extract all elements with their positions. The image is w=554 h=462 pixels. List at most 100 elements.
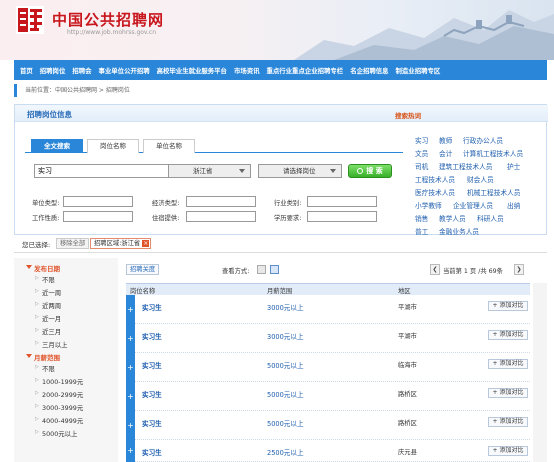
save-search-button[interactable]: 招聘关度 — [126, 264, 160, 275]
page-indicator: 当前第 1 页 /共 69条 — [443, 268, 503, 275]
hot-word[interactable]: 销售 — [415, 213, 428, 223]
job-title-link[interactable]: 实习生 — [142, 360, 162, 370]
hot-word[interactable]: 小学教师 — [415, 200, 442, 210]
job-title-link[interactable]: 实习生 — [142, 331, 162, 341]
pay-filter-heading[interactable]: 月薪范围 — [26, 352, 60, 362]
date-filter-item[interactable]: 近三月 — [35, 327, 61, 336]
job-title-link[interactable]: 实习生 — [142, 418, 162, 428]
hot-word[interactable]: 司机 — [415, 161, 428, 171]
pay-filter-item[interactable]: 5000元以上 — [35, 429, 78, 438]
date-filter-item[interactable]: 三月以上 — [35, 340, 67, 349]
nav-graduate-platform[interactable]: 高校毕业生就业服务平台 — [150, 66, 227, 75]
hot-word[interactable]: 护士 — [507, 161, 520, 171]
hot-word[interactable]: 财会人员 — [467, 174, 494, 184]
region-select[interactable]: 浙江省 — [168, 164, 251, 178]
hot-word[interactable]: 计算机工程技术人员 — [463, 148, 523, 158]
region-filter-chip[interactable]: 招聘区域:浙江省 × — [90, 238, 152, 249]
hot-word[interactable]: 建筑工程技术人员 — [439, 161, 493, 171]
col-job-name: 岗位名称 — [130, 288, 156, 295]
nav-jobs[interactable]: 招聘岗位 — [33, 66, 66, 75]
hot-word[interactable]: 出纳 — [507, 200, 520, 210]
add-compare-button[interactable]: + 添加对比 — [488, 417, 528, 427]
prev-page-button[interactable]: ❮ — [430, 264, 440, 275]
unit-type-field[interactable] — [63, 196, 133, 207]
expand-icon[interactable]: + — [126, 382, 135, 411]
hot-word[interactable]: 机械工程技术人员 — [467, 187, 521, 197]
pay-filter-item[interactable]: 3000-3999元 — [35, 403, 83, 412]
job-title-link[interactable]: 实习生 — [142, 389, 162, 399]
keyword-input[interactable] — [34, 164, 184, 178]
salary-value: 5000元以上 — [267, 391, 304, 399]
econ-type-field[interactable] — [186, 196, 256, 207]
date-filter-heading[interactable]: 发布日期 — [26, 263, 60, 273]
salary-value: 2500元以上 — [267, 449, 304, 457]
add-compare-button[interactable]: + 添加对比 — [488, 301, 528, 311]
nav-public-institution[interactable]: 事业单位公开招聘 — [92, 66, 150, 75]
hot-word[interactable]: 教师 — [439, 135, 452, 145]
job-title-link[interactable]: 实习生 — [142, 302, 162, 312]
list-view-icon[interactable] — [270, 265, 279, 274]
date-filter-item[interactable]: 近两周 — [35, 301, 61, 310]
date-filter-item[interactable]: 近一月 — [35, 314, 61, 323]
left-filter-panel: 发布日期 不限 近一周 近两周 近一月 近三月 三月以上 月薪范围 不限 100… — [14, 258, 118, 462]
housing-field[interactable] — [186, 211, 256, 222]
table-row: + 实习生 2500元以上 庆元县 + 添加对比 — [126, 440, 530, 462]
close-icon[interactable]: × — [142, 240, 150, 247]
education-label: 学历要求: — [274, 215, 302, 222]
hot-word[interactable]: 会计 — [439, 148, 452, 158]
nav-job-fair[interactable]: 招聘会 — [65, 66, 91, 75]
site-title[interactable]: 中国公共招聘网 — [52, 9, 164, 30]
tab-full-text[interactable]: 全文搜索 — [31, 139, 83, 153]
hot-word[interactable]: 普工 — [415, 226, 428, 236]
nav-manufacturing[interactable]: 制造业招聘专区 — [389, 66, 441, 75]
tab-company-name[interactable]: 单位名称 — [143, 139, 195, 153]
add-compare-button[interactable]: + 添加对比 — [488, 359, 528, 369]
pay-filter-item[interactable]: 4000-4999元 — [35, 416, 83, 425]
nav-famous-companies[interactable]: 名企招聘信息 — [343, 66, 388, 75]
hot-word[interactable]: 医疗技术人员 — [415, 187, 455, 197]
pay-filter-item[interactable]: 1000-1999元 — [35, 377, 83, 386]
add-compare-button[interactable]: + 添加对比 — [488, 330, 528, 340]
salary-value: 3000元以上 — [267, 304, 304, 312]
hot-word[interactable]: 企业管理人员 — [453, 200, 493, 210]
region-value: 路桥区 — [398, 391, 417, 398]
hot-word[interactable]: 行政办公人员 — [463, 135, 503, 145]
date-filter-item[interactable]: 近一周 — [35, 288, 61, 297]
job-select[interactable]: 请选择岗位 — [258, 164, 342, 178]
industry-field[interactable] — [307, 196, 377, 207]
pay-filter-item[interactable]: 不限 — [35, 364, 55, 373]
next-page-button[interactable]: ❯ — [514, 264, 524, 275]
add-compare-button[interactable]: + 添加对比 — [488, 388, 528, 398]
work-nature-field[interactable] — [63, 211, 133, 222]
tab-job-name[interactable]: 岗位名称 — [87, 139, 139, 153]
salary-value: 5000元以上 — [267, 362, 304, 370]
hot-word[interactable]: 科研人员 — [477, 213, 504, 223]
nav-market-news[interactable]: 市场资讯 — [227, 66, 260, 75]
clear-all-button[interactable]: 移除全部 — [56, 238, 90, 249]
expand-icon[interactable]: + — [126, 295, 135, 324]
hot-word[interactable]: 教学人员 — [439, 213, 466, 223]
nav-key-industry[interactable]: 重点行业重点企业招聘专栏 — [260, 66, 344, 75]
grid-view-icon[interactable] — [257, 265, 266, 274]
hot-word[interactable]: 金融业务人员 — [439, 226, 479, 236]
hot-word[interactable]: 工程技术人员 — [415, 174, 455, 184]
expand-icon[interactable]: + — [126, 411, 135, 440]
expand-icon[interactable]: + — [126, 353, 135, 382]
view-mode-label: 查看方式: — [222, 268, 250, 275]
expand-icon[interactable]: + — [126, 324, 135, 353]
hot-word[interactable]: 文员 — [415, 148, 428, 158]
education-field[interactable] — [307, 211, 377, 222]
pay-filter-item[interactable]: 2000-2999元 — [35, 390, 83, 399]
job-title-link[interactable]: 实习生 — [142, 447, 162, 457]
region-value: 路桥区 — [398, 420, 417, 427]
site-url: http://www.job.mohrss.gov.cn — [67, 29, 157, 36]
expand-icon[interactable]: + — [126, 440, 135, 462]
hot-word[interactable]: 实习 — [415, 135, 428, 145]
date-filter-item[interactable]: 不限 — [35, 275, 55, 284]
nav-home[interactable]: 首页 — [14, 66, 33, 75]
add-compare-button[interactable]: + 添加对比 — [488, 446, 528, 456]
site-logo-icon[interactable] — [16, 6, 44, 34]
panel-title: 招聘岗位信息 — [27, 110, 72, 119]
divider — [14, 252, 547, 253]
search-button[interactable]: 搜 索 — [348, 164, 392, 178]
